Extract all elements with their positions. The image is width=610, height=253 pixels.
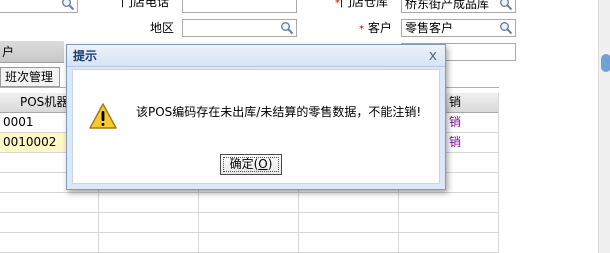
dialog-title: 提示: [73, 49, 98, 63]
dialog-title-bar[interactable]: 提示 x: [67, 45, 445, 67]
dialog-body: 该POS编码存在未出库/未结算的零售数据，不能注销! 确定(O): [72, 69, 440, 184]
column-header-right[interactable]: 销: [449, 93, 461, 112]
tab-shift-management[interactable]: 班次管理: [0, 67, 60, 87]
pos-code-cell: 0001: [3, 115, 34, 129]
scrollbar-thumb[interactable]: [601, 54, 610, 72]
region-field[interactable]: [182, 19, 297, 37]
dialog-message: 该POS编码存在未出库/未结算的零售数据，不能注销!: [136, 105, 422, 119]
required-mark: *: [359, 24, 364, 35]
table-row[interactable]: [0, 233, 499, 253]
region-label: 地区: [150, 21, 175, 35]
store-phone-label: 门店电话: [121, 0, 170, 9]
search-icon[interactable]: [499, 21, 513, 35]
table-row[interactable]: [0, 213, 499, 233]
store-phone-field[interactable]: [182, 0, 297, 13]
close-icon[interactable]: x: [429, 46, 437, 66]
search-icon[interactable]: [61, 0, 75, 11]
top-left-field[interactable]: [0, 0, 78, 13]
warning-icon: [89, 103, 117, 129]
customer-field[interactable]: 零售客户: [401, 19, 516, 37]
store-warehouse-label: *门店仓库: [335, 0, 389, 9]
search-icon[interactable]: [280, 21, 294, 35]
customer-label: * 客户: [359, 21, 392, 35]
section-header: 户: [0, 41, 64, 63]
alert-dialog: 提示 x 该POS编码存在未出库/未结算的零售数据，不能注销! 确定(O): [66, 44, 446, 190]
grid-divider: [498, 93, 499, 253]
search-icon[interactable]: [499, 0, 513, 11]
ok-button[interactable]: 确定(O): [220, 154, 282, 175]
cancel-link[interactable]: 销: [449, 133, 461, 152]
focus-ring: [223, 157, 279, 172]
column-header-pos-machine[interactable]: POS机器: [20, 93, 68, 112]
cancel-link[interactable]: 销: [449, 113, 461, 132]
table-row[interactable]: [0, 193, 499, 213]
pos-code-cell: 0010002: [3, 135, 57, 149]
vertical-scrollbar[interactable]: [598, 0, 610, 253]
store-warehouse-field[interactable]: 桥东街产成品库: [401, 0, 516, 13]
